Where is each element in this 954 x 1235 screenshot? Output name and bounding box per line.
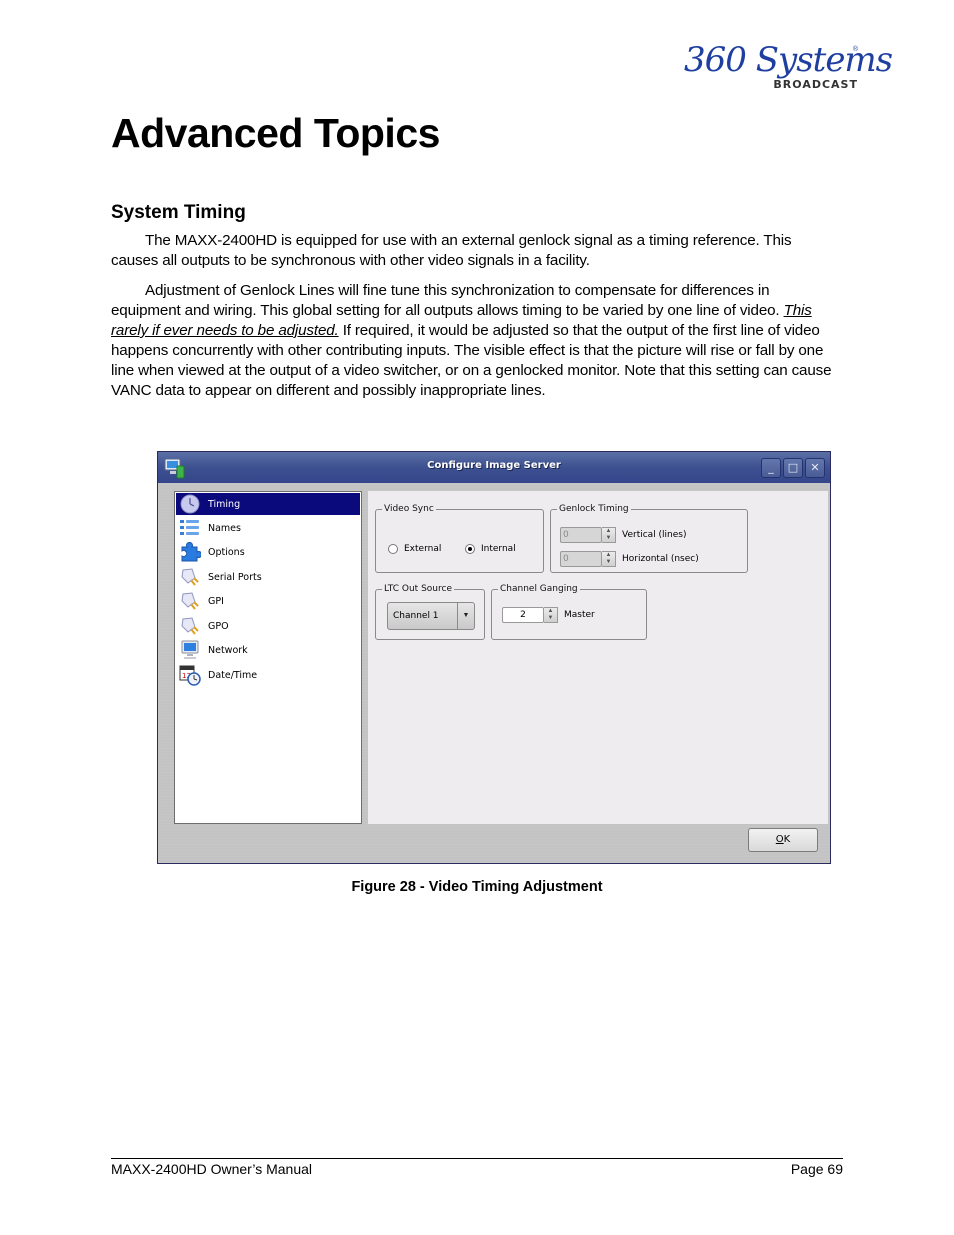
ok-accel: O xyxy=(775,834,784,845)
page-title: Advanced Topics xyxy=(111,110,440,156)
nav-label: Options xyxy=(208,546,245,558)
nav-item-serial-ports[interactable]: Serial Ports xyxy=(176,566,360,588)
logo-script: 360 Systems xyxy=(684,40,893,80)
maximize-button[interactable]: □ xyxy=(783,458,803,478)
paragraph-2-text-a: Adjustment of Genlock Lines will fine tu… xyxy=(111,282,784,319)
radio-label: Internal xyxy=(481,544,516,554)
paragraph-1: The MAXX-2400HD is equipped for use with… xyxy=(111,232,792,269)
vertical-lines-spinner[interactable]: 0 ▲ ▼ Vertical (lines) xyxy=(560,527,687,543)
registered-mark: ® xyxy=(852,46,858,53)
nav-item-timing[interactable]: Timing xyxy=(176,493,360,515)
timing-settings-pane: Video Sync External Internal Genlock Tim… xyxy=(368,491,828,824)
nav-item-date-time[interactable]: 12 Date/Time xyxy=(176,664,360,686)
nav-label: GPO xyxy=(208,620,229,632)
clock-icon xyxy=(180,494,200,514)
paragraph-2: Adjustment of Genlock Lines will fine tu… xyxy=(111,281,837,401)
spinner-arrows-icon[interactable]: ▲ ▼ xyxy=(544,607,558,623)
horizontal-nsec-input[interactable]: 0 xyxy=(560,551,602,567)
logo-subtext: BROADCAST xyxy=(773,78,858,91)
ok-rest: K xyxy=(783,834,791,845)
minimize-button[interactable]: _ xyxy=(761,458,781,478)
genlock-timing-group: Genlock Timing 0 ▲ ▼ Vertical (lines) 0 ▲… xyxy=(550,504,748,573)
ltc-source-value: Channel 1 xyxy=(393,611,439,621)
nav-label: GPI xyxy=(208,595,224,607)
plug-icon xyxy=(181,617,199,635)
configure-image-server-dialog: Configure Image Server _ □ ✕ Timing Name… xyxy=(157,451,831,864)
horizontal-nsec-label: Horizontal (nsec) xyxy=(622,554,699,564)
horizontal-nsec-spinner[interactable]: 0 ▲ ▼ Horizontal (nsec) xyxy=(560,551,699,567)
ltc-out-source-group: LTC Out Source Channel 1 ▼ xyxy=(375,584,485,640)
nav-item-network[interactable]: Network xyxy=(176,639,360,661)
radio-external[interactable]: External xyxy=(388,544,441,554)
footer-manual-title: MAXX-2400HD Owner’s Manual xyxy=(111,1161,313,1177)
ok-button[interactable]: OK xyxy=(748,828,818,852)
nav-label: Date/Time xyxy=(208,669,258,681)
nav-label: Serial Ports xyxy=(208,571,262,583)
radio-button-off[interactable] xyxy=(388,544,398,554)
nav-label: Timing xyxy=(208,498,241,510)
radio-label: External xyxy=(404,544,442,554)
nav-label: Names xyxy=(208,522,241,534)
plug-icon xyxy=(181,568,199,586)
calendar-clock-icon: 12 xyxy=(179,665,201,686)
nav-item-options[interactable]: Options xyxy=(176,541,360,563)
master-label: Master xyxy=(564,610,595,620)
nav-item-gpo[interactable]: GPO xyxy=(176,615,360,637)
spinner-arrows-icon[interactable]: ▲ ▼ xyxy=(602,527,616,543)
puzzle-icon xyxy=(181,541,201,562)
master-channel-input[interactable]: 2 xyxy=(502,607,544,623)
nav-item-gpi[interactable]: GPI xyxy=(176,590,360,612)
list-icon xyxy=(180,520,199,535)
company-logo: 360 Systems ® BROADCAST xyxy=(684,40,893,94)
dialog-title: Configure Image Server xyxy=(427,460,561,471)
monitor-icon xyxy=(181,640,199,659)
nav-item-names[interactable]: Names xyxy=(176,517,360,539)
video-sync-legend: Video Sync xyxy=(384,504,434,514)
vertical-lines-input[interactable]: 0 xyxy=(560,527,602,543)
radio-button-on[interactable] xyxy=(465,544,475,554)
figure-caption: Figure 28 - Video Timing Adjustment xyxy=(351,879,603,895)
footer-divider xyxy=(111,1158,843,1159)
section-heading: System Timing xyxy=(111,202,246,223)
video-sync-group: Video Sync External Internal xyxy=(375,504,544,573)
genlock-timing-legend: Genlock Timing xyxy=(559,504,629,514)
close-button[interactable]: ✕ xyxy=(805,458,825,478)
plug-icon xyxy=(181,592,199,610)
settings-nav-list: Timing Names Options Serial Ports GPI GP… xyxy=(174,491,362,824)
vertical-lines-label: Vertical (lines) xyxy=(622,530,687,540)
spinner-arrows-icon[interactable]: ▲ ▼ xyxy=(602,551,616,567)
master-channel-spinner[interactable]: 2 ▲ ▼ Master xyxy=(502,607,595,623)
dialog-titlebar[interactable]: Configure Image Server _ □ ✕ xyxy=(158,452,830,483)
channel-ganging-legend: Channel Ganging xyxy=(500,584,578,594)
nav-label: Network xyxy=(208,644,248,656)
ltc-source-dropdown[interactable]: Channel 1 ▼ xyxy=(387,602,475,630)
channel-ganging-group: Channel Ganging 2 ▲ ▼ Master xyxy=(491,584,647,640)
chevron-down-icon[interactable]: ▼ xyxy=(457,603,474,629)
radio-internal[interactable]: Internal xyxy=(465,544,516,554)
ltc-out-source-legend: LTC Out Source xyxy=(384,584,452,594)
footer-page-number: Page 69 xyxy=(790,1161,843,1177)
